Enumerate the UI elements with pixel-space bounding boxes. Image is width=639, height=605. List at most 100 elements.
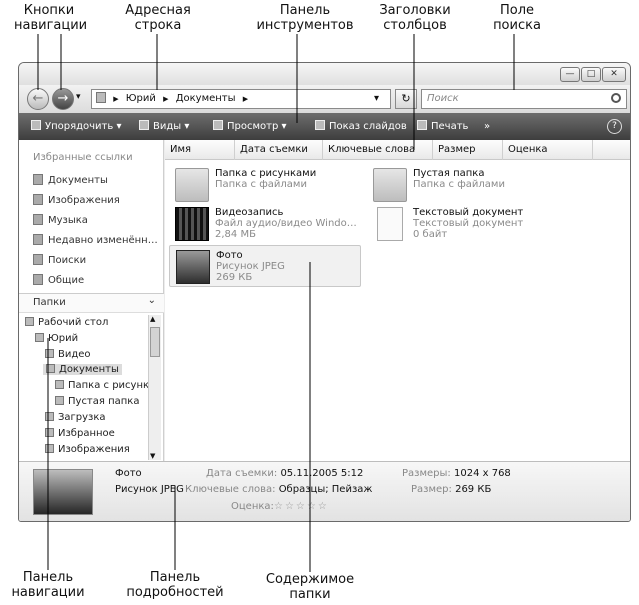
callout-text: Панель [22, 570, 74, 585]
minimize-button[interactable]: — [560, 67, 580, 82]
public-icon [33, 274, 43, 285]
tree-item-selected[interactable]: Документы [43, 364, 122, 375]
file-item-text: Текстовый документ Текстовый документ 0 … [413, 207, 523, 240]
title-bar: — □ ✕ [19, 63, 630, 85]
favorite-link[interactable]: Недавно изменённ… [33, 234, 158, 246]
pictures-icon [33, 194, 43, 205]
callout-nav-pane: Панель навигации [8, 570, 88, 600]
breadcrumb-item[interactable]: Юрий [126, 93, 156, 104]
refresh-button[interactable]: ↻ [395, 89, 417, 109]
tree-item[interactable]: Загрузка [45, 412, 106, 423]
file-type: Файл аудио/видео Windo… [215, 218, 357, 229]
printer-icon [417, 120, 427, 130]
chevron-down-icon[interactable]: ⌄ [148, 292, 156, 310]
file-item[interactable]: Папка с рисунками Папка с файлами [169, 164, 361, 206]
tree-item[interactable]: Изображения [45, 444, 130, 455]
favorite-link[interactable]: Поиски [33, 254, 86, 266]
chevron-right-icon[interactable]: ▶ [113, 95, 118, 103]
tree-item[interactable]: Юрий [35, 333, 78, 344]
favorites-icon [45, 428, 54, 437]
slideshow-button[interactable]: Показ слайдов [315, 113, 407, 140]
tree-item[interactable]: Пустая папка [55, 396, 139, 407]
more-commands-button[interactable]: » [484, 113, 490, 140]
folder-icon [55, 380, 64, 389]
chevron-right-icon[interactable]: ▶ [163, 95, 168, 103]
details-date-value[interactable]: 05.11.2005 5:12 [280, 468, 363, 479]
folders-header[interactable]: Папки ⌄ [19, 293, 164, 313]
scroll-thumb[interactable] [150, 327, 160, 357]
tree-item[interactable]: Папка с рисунк [55, 380, 148, 391]
column-header-name[interactable]: Имя [165, 140, 235, 160]
column-header-keywords[interactable]: Ключевые слова [323, 140, 433, 160]
scroll-down-icon[interactable]: ▼ [150, 452, 155, 460]
recent-pages-dropdown-icon[interactable]: ▾ [76, 92, 81, 102]
rating-stars[interactable]: ☆☆☆☆☆ [274, 501, 329, 512]
folder-icon [373, 168, 407, 202]
print-button[interactable]: Печать [417, 113, 468, 140]
film-icon [175, 207, 209, 241]
callout-text: Заголовки [379, 3, 451, 18]
help-button[interactable]: ? [607, 119, 622, 134]
scroll-up-icon[interactable]: ▲ [150, 315, 155, 323]
views-button[interactable]: Виды ▾ [139, 113, 189, 140]
tree-item-label: Видео [58, 349, 91, 360]
photo-thumbnail [33, 469, 93, 515]
favorite-link-label: Документы [48, 175, 108, 186]
file-name: Пустая папка [413, 168, 485, 179]
file-item[interactable]: Текстовый документ Текстовый документ 0 … [367, 203, 559, 245]
tree-item-label: Пустая папка [68, 396, 140, 407]
organize-button[interactable]: Упорядочить ▾ [31, 113, 121, 140]
forward-button[interactable]: → [52, 88, 74, 110]
favorite-link[interactable]: Документы [33, 174, 108, 186]
address-dropdown-icon[interactable]: ▾ [374, 90, 379, 108]
maximize-button[interactable]: □ [581, 67, 601, 82]
callout-text: папки [289, 587, 331, 602]
file-item[interactable]: Видеозапись Файл аудио/видео Windo… 2,84… [169, 203, 361, 245]
downloads-icon [45, 412, 54, 421]
chevron-right-icon[interactable]: ▶ [243, 95, 248, 103]
favorite-link[interactable]: Общие [33, 274, 84, 286]
callout-text: Содержимое [265, 572, 355, 587]
column-header-rating[interactable]: Оценка [503, 140, 593, 160]
favorite-link-label: Изображения [48, 195, 120, 206]
file-item[interactable]: Пустая папка Папка с файлами [367, 164, 559, 206]
address-bar[interactable]: ▶ Юрий ▶ Документы ▶ ▾ [91, 89, 391, 109]
folders-scrollbar[interactable]: ▲ ▼ [148, 315, 161, 460]
tree-item[interactable]: Рабочий стол [25, 317, 108, 328]
favorite-link[interactable]: Музыка [33, 214, 88, 226]
details-keywords-value[interactable]: Образцы; Пейзаж [279, 484, 373, 495]
user-folder-icon [35, 333, 44, 342]
column-header-size[interactable]: Размер [433, 140, 503, 160]
searches-icon [33, 254, 43, 265]
search-icon[interactable] [611, 93, 621, 103]
tree-item-label: Папка с рисунк [68, 380, 148, 391]
details-rating: Оценка: [231, 501, 274, 512]
callout-search-field: Поле поиска [482, 3, 552, 33]
tree-item[interactable]: Избранное [45, 428, 115, 439]
details-file-type: Рисунок JPEG [115, 484, 184, 495]
tree-item-label: Рабочий стол [38, 317, 109, 328]
search-input[interactable]: Поиск [421, 89, 627, 109]
callout-folder-contents: Содержимое папки [255, 572, 365, 602]
tree-item[interactable]: Видео [45, 349, 91, 360]
close-button[interactable]: ✕ [602, 67, 626, 82]
slideshow-icon [315, 120, 325, 130]
music-icon [33, 214, 43, 225]
favorite-link[interactable]: Изображения [33, 194, 120, 206]
tree-item-label: Изображения [58, 444, 130, 455]
document-icon [377, 207, 403, 241]
file-name: Текстовый документ [413, 207, 524, 218]
file-size: 0 байт [413, 229, 448, 240]
preview-button[interactable]: Просмотр ▾ [213, 113, 287, 140]
favorite-link-label: Поиски [48, 255, 87, 266]
folders-title: Папки [33, 297, 66, 308]
back-button[interactable]: ← [27, 88, 49, 110]
folder-contents: Папка с рисунками Папка с файлами Пустая… [165, 160, 630, 461]
details-size: Размер: 269 КБ [411, 484, 491, 495]
file-item-selected[interactable]: Фото Рисунок JPEG 269 КБ [169, 245, 361, 287]
details-file-name: Фото [115, 468, 142, 479]
folder-icon [55, 396, 64, 405]
callout-text: поиска [493, 18, 541, 33]
breadcrumb-item[interactable]: Документы [176, 93, 236, 104]
column-header-date[interactable]: Дата съемки [235, 140, 323, 160]
